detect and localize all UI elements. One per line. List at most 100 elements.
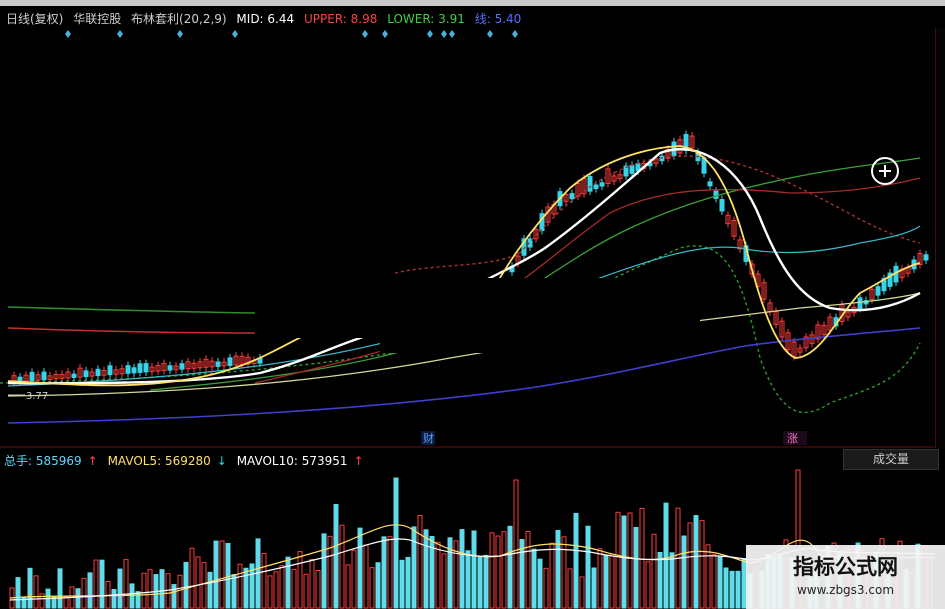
volume-bar xyxy=(147,569,153,609)
volume-bar xyxy=(93,559,99,609)
volume-bar xyxy=(297,551,303,609)
volume-bar xyxy=(639,507,645,609)
volume-bar xyxy=(261,552,267,609)
candle-down xyxy=(569,193,575,200)
redaction-block-lower xyxy=(540,328,690,346)
volume-bar xyxy=(663,502,669,609)
volume-bar xyxy=(609,553,615,609)
volume-bar xyxy=(75,588,81,609)
upper-value: UPPER: 8.98 xyxy=(303,12,378,26)
volume-bar xyxy=(321,533,327,609)
volume-bar xyxy=(651,533,657,609)
volume-bar xyxy=(735,570,741,609)
upper-line xyxy=(7,327,256,334)
candle-down xyxy=(95,368,101,377)
volume-bar xyxy=(279,565,285,609)
volume-bar xyxy=(537,558,543,609)
price-chart[interactable]: 3.77 财 涨 xyxy=(0,28,945,448)
volume-bar xyxy=(405,556,411,609)
signal-diamond xyxy=(117,30,123,38)
volume-bar xyxy=(435,541,441,609)
candle-down xyxy=(167,365,173,371)
volume-bar xyxy=(135,591,141,609)
watermark: 指标公式网 www.zbgs3.com xyxy=(746,545,945,609)
volume-bar xyxy=(387,536,393,609)
volume-bar xyxy=(309,559,315,609)
indicator-header: 日线(复权) 华联控股 布林套利(20,2,9) MID: 6.44 UPPER… xyxy=(6,10,527,27)
upper-band-dashed xyxy=(394,155,921,274)
toolbar-strip xyxy=(0,0,945,6)
candle-down xyxy=(593,184,599,190)
volume-bar xyxy=(201,562,207,609)
volume-bar xyxy=(21,596,27,609)
volume-bar xyxy=(489,532,495,609)
watermark-title: 指标公式网 xyxy=(793,555,898,579)
volume-bar xyxy=(159,569,165,609)
volume-bar xyxy=(483,554,489,609)
volume-bar xyxy=(627,512,633,609)
volume-bar xyxy=(459,529,465,609)
volume-bar xyxy=(603,554,609,609)
volume-bar xyxy=(129,583,135,609)
candle-down xyxy=(41,371,47,381)
candle-down xyxy=(179,363,185,370)
volume-bar xyxy=(411,526,417,609)
zoom-in-icon[interactable] xyxy=(871,157,899,185)
volume-bar xyxy=(495,535,501,609)
volume-bar xyxy=(351,549,357,609)
volume-bar xyxy=(291,568,297,609)
volume-bar xyxy=(237,563,243,609)
volume-bar xyxy=(33,575,39,609)
candle-down xyxy=(719,199,725,212)
volume-bar xyxy=(99,559,105,609)
volume-bar xyxy=(399,559,405,609)
volume-bar xyxy=(345,564,351,609)
volume-bar xyxy=(513,479,519,609)
volume-bar xyxy=(555,529,561,609)
right-price-axis[interactable] xyxy=(935,28,945,448)
candle-down xyxy=(71,373,77,378)
signal-diamond xyxy=(449,30,455,38)
candle-down xyxy=(713,190,719,199)
volume-bar xyxy=(219,540,225,609)
signal-diamond xyxy=(487,30,493,38)
candle-down xyxy=(107,365,113,376)
xian-value: 线: 5.40 xyxy=(474,12,522,26)
signal-diamond xyxy=(512,30,518,38)
redaction-block-center xyxy=(380,333,540,353)
volume-bar xyxy=(111,589,117,609)
volume-bar xyxy=(315,569,321,609)
volume-bar xyxy=(81,577,87,609)
candle-down xyxy=(707,181,713,187)
event-zhang-label: 涨 xyxy=(787,432,798,445)
volume-bar xyxy=(525,530,531,609)
candle-down xyxy=(131,367,137,374)
signal-diamond xyxy=(427,30,433,38)
signal-diamond xyxy=(232,30,238,38)
volume-bar xyxy=(423,529,429,609)
volume-bar xyxy=(15,577,21,609)
volume-bar xyxy=(213,540,219,609)
volume-bar xyxy=(699,520,705,609)
event-cai-label: 财 xyxy=(423,431,434,445)
candle-down xyxy=(227,357,233,366)
low-price-label: 3.77 xyxy=(26,391,48,402)
candle-down xyxy=(857,297,863,309)
volume-bar xyxy=(549,542,555,609)
volume-bar xyxy=(117,568,123,609)
volume-bar xyxy=(717,556,723,609)
volume-bar xyxy=(57,568,63,609)
signal-diamond xyxy=(177,30,183,38)
volume-bar xyxy=(561,536,567,609)
lower-value: LOWER: 3.91 xyxy=(387,12,465,26)
volume-bar xyxy=(243,567,249,609)
volume-bar xyxy=(657,551,663,609)
volume-bar xyxy=(231,574,237,609)
volume-bar xyxy=(417,514,423,609)
signal-diamond xyxy=(362,30,368,38)
volume-bar xyxy=(171,584,177,609)
volume-bar xyxy=(585,525,591,609)
candle-down xyxy=(29,371,35,382)
volume-bar xyxy=(471,530,477,609)
volume-bar xyxy=(729,570,735,609)
